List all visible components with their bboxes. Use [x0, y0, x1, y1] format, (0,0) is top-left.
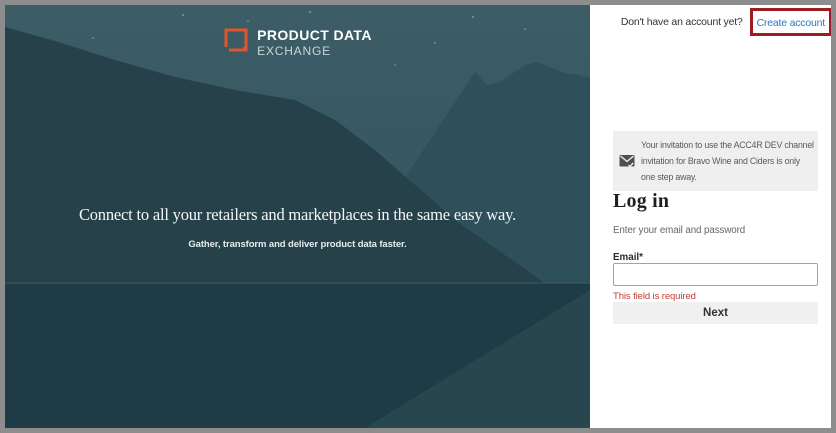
login-panel: Don't have an account yet? Create accoun…: [590, 5, 831, 428]
login-page: PRODUCT DATA EXCHANGE Connect to all you…: [0, 0, 836, 433]
product-data-exchange-logo: PRODUCT DATA EXCHANGE: [5, 27, 590, 57]
login-title: Log in: [613, 190, 669, 213]
annotation-highlight-box: Create account: [750, 8, 832, 36]
logo-line-2: EXCHANGE: [257, 45, 372, 57]
logo-line-1: PRODUCT DATA: [257, 28, 372, 42]
email-label: Email*: [613, 252, 643, 263]
invitation-line: invitation for Bravo Wine and Ciders is …: [641, 153, 814, 169]
invitation-line: one step away.: [641, 169, 814, 185]
email-input[interactable]: [613, 263, 818, 286]
envelope-icon: [619, 154, 635, 168]
invitation-notice: Your invitation to use the ACC4R DEV cha…: [613, 131, 818, 191]
logo-mark-icon: [223, 27, 249, 53]
signup-prompt-text: Don't have an account yet?: [621, 16, 743, 28]
hero-subheadline: Gather, transform and deliver product da…: [5, 239, 590, 250]
login-subtitle: Enter your email and password: [613, 225, 745, 236]
hero-headline: Connect to all your retailers and market…: [5, 205, 590, 225]
invitation-line: Your invitation to use the ACC4R DEV cha…: [641, 137, 814, 153]
logo-text: PRODUCT DATA EXCHANGE: [257, 27, 372, 57]
hero-panel: PRODUCT DATA EXCHANGE Connect to all you…: [5, 5, 590, 428]
invitation-text: Your invitation to use the ACC4R DEV cha…: [641, 137, 814, 185]
email-error-message: This field is required: [613, 291, 696, 302]
next-button[interactable]: Next: [613, 302, 818, 324]
create-account-link[interactable]: Create account: [757, 17, 825, 29]
account-row: Don't have an account yet? Create accoun…: [621, 10, 832, 34]
